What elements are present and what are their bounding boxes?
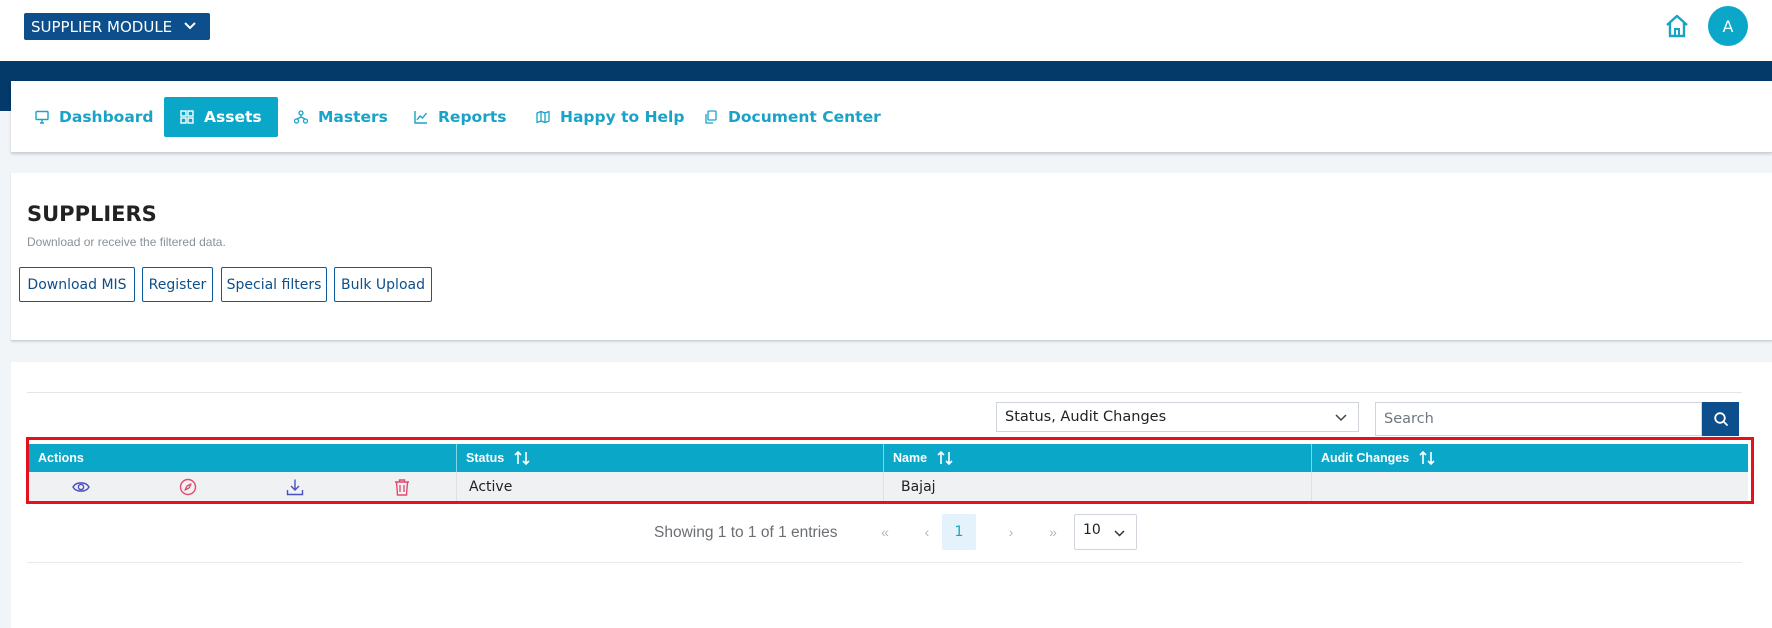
- chevron-down-icon: [184, 22, 196, 30]
- chevron-down-icon: [1114, 530, 1125, 537]
- module-label: SUPPLIER MODULE: [31, 17, 173, 36]
- column-header-label: Actions: [38, 451, 84, 465]
- divider: [27, 392, 1742, 393]
- column-header-actions: Actions: [29, 444, 457, 472]
- nav-dashboard[interactable]: Dashboard: [35, 97, 154, 137]
- column-filter-value: Status, Audit Changes: [1005, 409, 1167, 425]
- name-cell: Bajaj: [884, 472, 1312, 501]
- nav-label: Reports: [438, 108, 507, 126]
- nav-label: Happy to Help: [560, 108, 685, 126]
- page-size-select[interactable]: 10: [1074, 514, 1137, 550]
- divider: [27, 562, 1742, 563]
- module-selector[interactable]: SUPPLIER MODULE: [24, 13, 210, 40]
- nav-label: Assets: [204, 108, 262, 126]
- search-button[interactable]: [1702, 402, 1739, 436]
- nav-assets[interactable]: Assets: [164, 97, 278, 137]
- eye-icon[interactable]: [72, 478, 90, 496]
- last-page-button[interactable]: »: [1036, 514, 1070, 550]
- sort-icon[interactable]: [514, 451, 530, 465]
- bulk-upload-button[interactable]: Bulk Upload: [334, 267, 432, 302]
- monitor-icon: [35, 110, 49, 124]
- status-cell: Active: [457, 472, 884, 501]
- nav-label: Masters: [318, 108, 388, 126]
- page-subtitle: Download or receive the filtered data.: [27, 235, 226, 249]
- next-page-button[interactable]: ›: [994, 514, 1028, 550]
- map-icon: [536, 110, 550, 124]
- register-button[interactable]: Register: [142, 267, 213, 302]
- grid-icon: [180, 110, 194, 124]
- first-page-button[interactable]: «: [868, 514, 902, 550]
- compass-icon[interactable]: [179, 478, 197, 496]
- nav-happy-to-help[interactable]: Happy to Help: [536, 97, 684, 137]
- trash-icon[interactable]: [393, 478, 411, 496]
- suppliers-table-card: Status, Audit Changes Actions Status Nam…: [11, 362, 1772, 628]
- top-bar: SUPPLIER MODULE A: [0, 0, 1772, 61]
- column-header-label: Name: [893, 451, 928, 465]
- nav-document-center[interactable]: Document Center: [704, 97, 881, 137]
- nav-reports[interactable]: Reports: [414, 97, 506, 137]
- special-filters-button[interactable]: Special filters: [221, 267, 327, 302]
- column-filter-select[interactable]: Status, Audit Changes: [996, 402, 1359, 432]
- pagination-summary: Showing 1 to 1 of 1 entries: [654, 524, 838, 541]
- suppliers-header-card: SUPPLIERS Download or receive the filter…: [11, 173, 1772, 341]
- page-title: SUPPLIERS: [27, 202, 157, 226]
- audit-changes-cell: [1312, 472, 1748, 501]
- chevron-down-icon: [1335, 414, 1347, 422]
- home-icon[interactable]: [1663, 12, 1691, 40]
- column-header-status[interactable]: Status: [457, 444, 884, 472]
- column-header-audit-changes[interactable]: Audit Changes: [1312, 444, 1748, 472]
- page-button-current[interactable]: 1: [942, 514, 976, 550]
- copy-icon: [704, 110, 718, 124]
- download-mis-button[interactable]: Download MIS: [19, 267, 135, 302]
- nav-masters[interactable]: Masters: [294, 97, 388, 137]
- previous-page-button[interactable]: ‹: [910, 514, 944, 550]
- column-header-label: Audit Changes: [1321, 451, 1410, 465]
- search-input[interactable]: [1375, 402, 1702, 436]
- page-size-value: 10: [1083, 522, 1101, 538]
- search-icon: [1713, 412, 1728, 426]
- nav-label: Dashboard: [59, 108, 154, 126]
- table-header: Actions Status Name Audit Changes: [29, 444, 1748, 472]
- hierarchy-icon: [294, 110, 308, 124]
- sort-icon[interactable]: [937, 451, 953, 465]
- chart-icon: [414, 110, 428, 124]
- nav-label: Document Center: [728, 108, 881, 126]
- avatar[interactable]: A: [1708, 6, 1748, 46]
- column-header-label: Status: [466, 451, 505, 465]
- main-nav: Dashboard Assets Masters Reports Happy t…: [11, 81, 1772, 153]
- download-icon[interactable]: [286, 478, 304, 496]
- sort-icon[interactable]: [1419, 451, 1435, 465]
- column-header-name[interactable]: Name: [884, 444, 1312, 472]
